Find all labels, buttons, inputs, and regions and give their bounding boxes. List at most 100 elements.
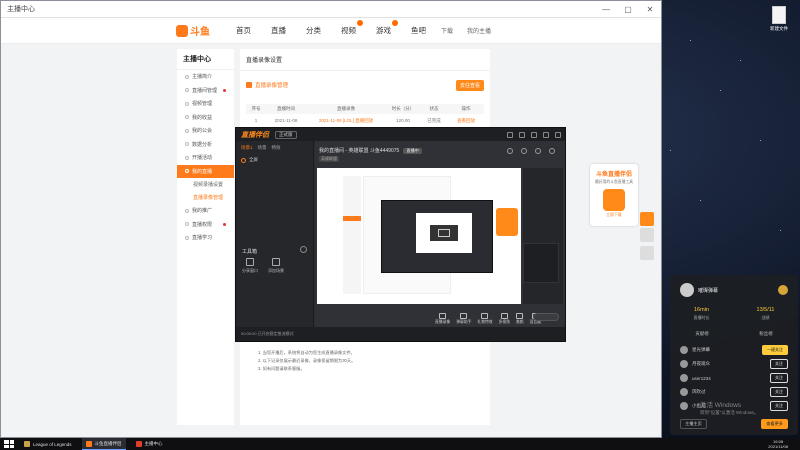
notes: 1. 当您开播后，系统将自动为您生成直播录像文件。 2. 以下记录仅展示最近录像… — [258, 350, 356, 371]
activate-windows-watermark: 激活 Windows 转到"设置"以激活 Windows。 — [700, 402, 759, 415]
sidebar-subitem-active[interactable]: 直播录像管理 — [177, 191, 234, 204]
desktop-file-icon[interactable]: 新建文件 — [770, 6, 788, 32]
nav-yuba[interactable]: 鱼吧 — [411, 25, 426, 36]
follow-button[interactable]: 关注 — [770, 373, 788, 383]
sidebar-item-active[interactable]: 我的直播 — [177, 164, 234, 178]
view-button[interactable]: 去往查看 — [455, 79, 484, 91]
top-float-icon[interactable] — [640, 246, 654, 260]
share-window-button[interactable]: 分享窗口 — [242, 258, 258, 274]
nav-badge — [392, 20, 398, 26]
play-float-icon[interactable] — [640, 212, 654, 226]
streamer-name: 璀璨弹幕 — [698, 287, 719, 294]
list-item: 星光弹幕 一键关注 — [670, 343, 798, 357]
status-bar: 00:00:00 已开启稳定推流模式 — [236, 327, 565, 341]
menu-dot-icon — [185, 222, 189, 227]
tool-danmaku[interactable]: 弹幕助手 — [456, 313, 471, 325]
minimize-icon[interactable] — [543, 131, 549, 138]
follow-button[interactable]: 关注 — [770, 387, 788, 397]
tool-recording[interactable]: 直播录像 — [435, 313, 450, 325]
recording-tag: 直播录像管理 — [246, 81, 288, 89]
level-badge-icon — [778, 285, 788, 295]
room-title: 我的直播间 - 英雄联盟 斗鱼4449075 — [319, 148, 400, 154]
beauty-icon — [516, 313, 524, 319]
menu-dot-icon — [185, 169, 189, 174]
preview-screen — [317, 168, 521, 304]
mini-preview — [523, 243, 559, 283]
sidebar-item[interactable]: 直播权限 — [177, 218, 234, 232]
nav-home[interactable]: 首页 — [236, 25, 251, 36]
sidebar-item[interactable]: 我的推广 — [177, 204, 234, 218]
sidebar-item[interactable]: 开播活动 — [177, 151, 234, 165]
nav-category[interactable]: 分类 — [306, 25, 321, 36]
tab-scene-1[interactable]: 场景1 — [241, 145, 253, 151]
tool-multiview[interactable]: 多视角 — [499, 313, 510, 325]
maximize-icon[interactable]: ▢ — [617, 5, 639, 14]
taskbar-item[interactable]: 斗鱼直播伴侣 — [81, 438, 126, 450]
add-icon[interactable] — [300, 246, 307, 253]
menu-dot-icon — [185, 155, 189, 160]
sidebar-item[interactable]: 直播学习 — [177, 231, 234, 245]
message-icon[interactable] — [519, 131, 525, 138]
table-header: 序号 直播时间 直播录像 时长（分） 状态 操作 — [246, 104, 484, 114]
tab-contribution[interactable]: 贡献榜 — [695, 331, 709, 337]
tool-beauty[interactable]: 美颜 — [516, 313, 524, 325]
sidebar-item[interactable]: 主播简介 — [177, 70, 234, 84]
scene-item[interactable]: 全屏 — [236, 155, 313, 165]
system-clock[interactable]: 16:08 2021/11/08 — [768, 439, 788, 449]
share-float-icon[interactable] — [640, 228, 654, 242]
sidebar-item[interactable]: 数据分析 — [177, 138, 234, 152]
follow-button[interactable]: 关注 — [770, 401, 788, 411]
site-logo[interactable]: 斗鱼 — [176, 23, 210, 38]
sidebar-item[interactable]: 直播间管理 — [177, 84, 234, 98]
tab-fans[interactable]: 粉丝榜 — [759, 331, 773, 337]
sidebar-item[interactable]: 我的收益 — [177, 111, 234, 125]
record-icon[interactable] — [507, 147, 513, 154]
video-icon — [246, 82, 252, 88]
mic-icon[interactable] — [535, 147, 541, 154]
nested-app-preview — [381, 200, 493, 273]
tab-effects[interactable]: 特效 — [272, 145, 281, 151]
nav-game[interactable]: 游戏 — [376, 20, 398, 36]
menu-dot-icon — [185, 235, 189, 240]
share-icon[interactable] — [549, 147, 555, 154]
taskbar-item[interactable]: League of Legends — [20, 438, 76, 450]
close-icon[interactable]: ✕ — [639, 5, 661, 14]
sidebar-subitem[interactable]: 视频录播设置 — [177, 178, 234, 191]
recording-link[interactable]: 2021-11-08 [LOL] 直播回放 — [306, 118, 386, 124]
camera-icon[interactable] — [521, 147, 527, 154]
list-item: 风吹过 关注 — [670, 385, 798, 399]
list-item: user1234 关注 — [670, 371, 798, 385]
avatar-icon[interactable] — [507, 131, 513, 138]
plus-icon — [272, 258, 280, 266]
download-ad[interactable]: 斗鱼直播伴侣 最好用的斗鱼直播工具 立即下载 — [590, 164, 638, 226]
sidebar-item[interactable]: 我的公会 — [177, 124, 234, 138]
menu-dot-icon — [185, 88, 189, 93]
close-icon[interactable] — [555, 131, 561, 138]
row-action-link[interactable]: 查看回放 — [448, 118, 484, 124]
user-menu[interactable]: 我的主播 — [467, 26, 491, 35]
avatar — [680, 346, 688, 354]
more-button[interactable]: 查看更多 — [761, 419, 788, 429]
sidebar: 主播中心 主播简介 直播间管理 视频管理 我的收益 我的公会 数据分析 开播活动… — [177, 49, 234, 425]
nav-live[interactable]: 直播 — [271, 25, 286, 36]
avatar — [680, 360, 688, 368]
site-header: 斗鱼 首页 直播 分类 视频 游戏 鱼吧 下载 我的主播 — [1, 18, 661, 44]
streamer-home-button[interactable]: 主播主页 — [680, 419, 707, 429]
sidebar-title: 主播中心 — [177, 49, 234, 70]
download-link[interactable]: 下载 — [441, 26, 453, 35]
menu-dot-icon — [185, 208, 189, 213]
windows-start-icon[interactable] — [4, 440, 14, 448]
taskbar-item[interactable]: 主播中心 — [132, 438, 167, 450]
go-live-toggle[interactable] — [533, 313, 559, 321]
tool-gift[interactable]: 礼物特效 — [477, 313, 493, 325]
follow-button[interactable]: 关注 — [770, 359, 788, 369]
screen-icon — [439, 313, 447, 319]
nav-video[interactable]: 视频 — [341, 20, 363, 36]
tab-scene[interactable]: 场景 — [258, 145, 267, 151]
add-scene-button[interactable]: 添加场景 — [268, 258, 284, 274]
settings-icon[interactable] — [531, 131, 537, 138]
sidebar-item[interactable]: 视频管理 — [177, 97, 234, 111]
avatar[interactable] — [680, 283, 694, 297]
minimize-icon[interactable]: — — [595, 5, 617, 14]
follow-button[interactable]: 一键关注 — [762, 345, 788, 355]
